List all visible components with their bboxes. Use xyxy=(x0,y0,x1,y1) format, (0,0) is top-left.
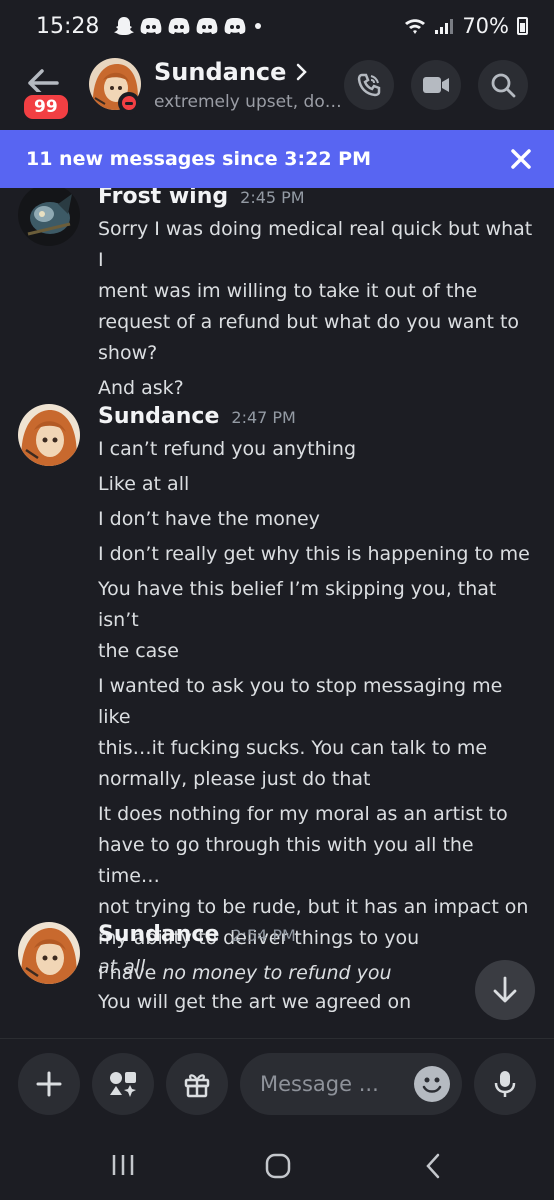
avatar[interactable] xyxy=(18,404,80,466)
video-camera-icon xyxy=(423,77,449,93)
discord-icon xyxy=(225,18,246,34)
back-nav-icon[interactable] xyxy=(424,1152,442,1180)
message-timestamp: 2:47 PM xyxy=(231,408,296,427)
apps-button[interactable] xyxy=(92,1053,154,1115)
message-author[interactable]: Frost wing xyxy=(98,188,228,209)
channel-info[interactable]: Sundance extremely upset, don... xyxy=(154,58,344,112)
message-text[interactable]: You will get the art we agreed on xyxy=(98,987,536,1018)
custom-status: extremely upset, don... xyxy=(154,92,344,112)
gift-icon xyxy=(184,1074,210,1098)
phone-icon xyxy=(357,73,381,97)
wifi-icon xyxy=(405,19,426,34)
close-icon[interactable] xyxy=(508,146,534,172)
arrow-down-icon xyxy=(493,976,517,1003)
message-text[interactable]: I don’t have the money xyxy=(98,504,536,535)
dnd-status-icon xyxy=(118,92,140,114)
message-timestamp: 2:45 PM xyxy=(240,188,305,207)
apps-icon xyxy=(110,1072,136,1097)
home-icon[interactable] xyxy=(264,1152,292,1180)
avatar[interactable] xyxy=(18,188,80,246)
more-notifications-dot-icon xyxy=(255,23,262,29)
unread-badge: 99 xyxy=(21,92,71,122)
system-status: 70% xyxy=(404,14,528,38)
new-messages-text: 11 new messages since 3:22 PM xyxy=(26,148,371,170)
battery-icon xyxy=(517,17,528,35)
message-list[interactable]: Frost wing 2:45 PM Sorry I was doing med… xyxy=(0,188,554,1038)
message-text[interactable]: Sorry I was doing medical real quick but… xyxy=(98,214,536,369)
clock: 15:28 xyxy=(36,13,100,39)
system-navigation-bar xyxy=(0,1132,554,1200)
status-bar: 15:28 70% xyxy=(0,0,554,52)
video-call-button[interactable] xyxy=(411,60,461,110)
chevron-right-icon xyxy=(297,63,308,81)
chat-header: 99 Sundance extremely upset, don... xyxy=(0,52,554,128)
message-text[interactable]: Like at all xyxy=(98,469,536,500)
emoji-button[interactable] xyxy=(414,1066,450,1102)
message-placeholder: Message ... xyxy=(260,1072,379,1096)
search-button[interactable] xyxy=(478,60,528,110)
plus-icon xyxy=(36,1071,62,1097)
search-icon xyxy=(491,73,516,98)
voice-call-button[interactable] xyxy=(344,60,394,110)
message-text[interactable]: I can’t refund you anything xyxy=(98,434,536,465)
discord-icon xyxy=(197,18,218,34)
new-messages-banner[interactable]: 11 new messages since 3:22 PM xyxy=(0,130,554,188)
message-text[interactable]: I don’t really get why this is happening… xyxy=(98,539,536,570)
message-text[interactable]: You have this belief I’m skipping you, t… xyxy=(98,574,536,667)
signal-icon xyxy=(435,19,454,34)
add-attachment-button[interactable] xyxy=(18,1053,80,1115)
message-input[interactable]: Message ... xyxy=(240,1053,462,1115)
microphone-icon xyxy=(494,1071,516,1097)
snapchat-icon xyxy=(114,17,135,35)
voice-message-button[interactable] xyxy=(474,1053,536,1115)
composer: Message ... xyxy=(0,1038,554,1132)
message-text[interactable]: And ask? xyxy=(98,373,536,404)
message-author[interactable]: Sundance xyxy=(98,404,219,429)
jump-to-present-button[interactable] xyxy=(475,960,535,1020)
gift-button[interactable] xyxy=(166,1053,228,1115)
battery-level: 70% xyxy=(462,14,509,38)
message-author[interactable]: Sundance xyxy=(98,922,219,947)
smiley-icon xyxy=(422,1077,442,1093)
avatar[interactable] xyxy=(18,922,80,984)
message-text[interactable]: at all xyxy=(98,952,536,983)
message-timestamp: 2:54 PM xyxy=(231,926,296,945)
discord-icon xyxy=(169,18,190,34)
recent-apps-icon[interactable] xyxy=(110,1152,136,1178)
notification-icons xyxy=(113,15,265,37)
discord-icon xyxy=(141,18,162,34)
contact-name: Sundance xyxy=(154,58,287,86)
message-text[interactable]: I wanted to ask you to stop messaging me… xyxy=(98,671,536,795)
